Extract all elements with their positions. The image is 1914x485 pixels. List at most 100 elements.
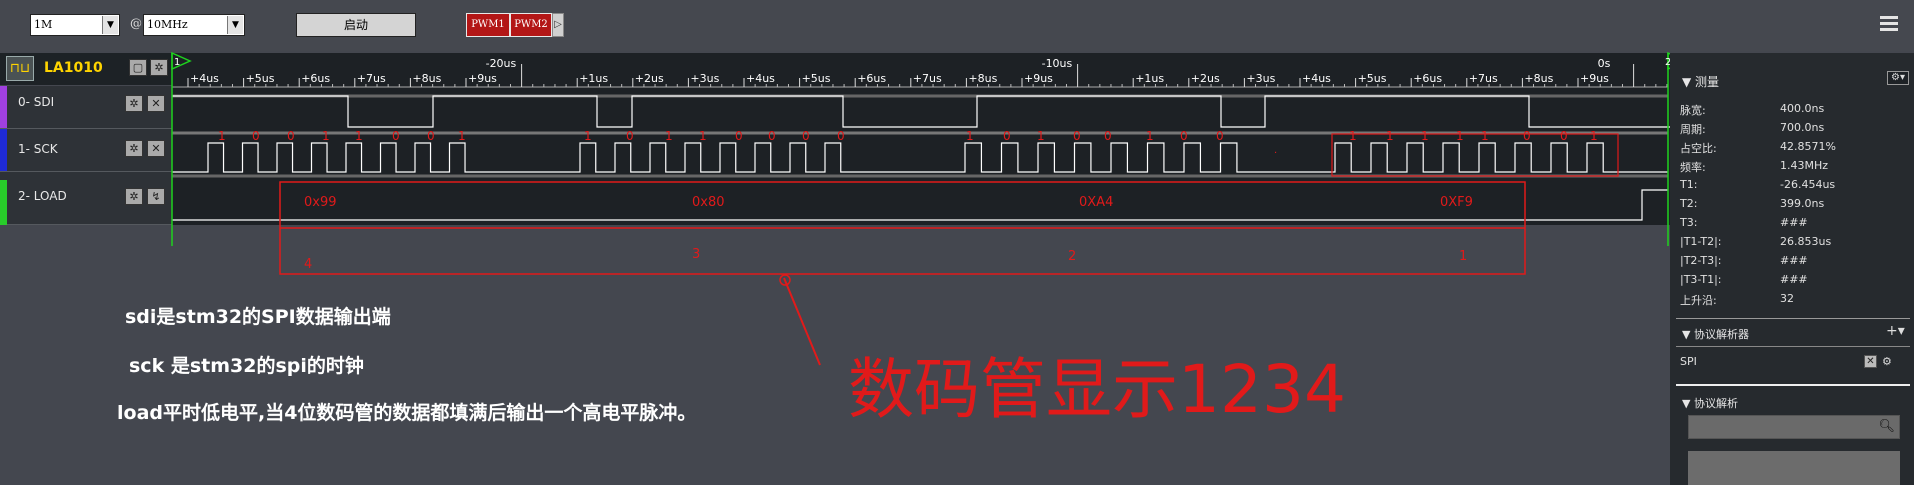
bit-label: 1 bbox=[1386, 129, 1394, 143]
tick-label: +1us bbox=[579, 72, 608, 85]
bit-label: 0 bbox=[735, 129, 743, 143]
tick-label: +5us bbox=[802, 72, 831, 85]
sck-trace bbox=[172, 142, 1668, 173]
tick-label: +3us bbox=[1246, 72, 1275, 85]
divider bbox=[1676, 318, 1910, 319]
bit-label: 0 bbox=[1216, 129, 1224, 143]
bit-label: 1 bbox=[1349, 129, 1357, 143]
signal-traces bbox=[172, 95, 1914, 221]
tick-label: +2us bbox=[635, 72, 664, 85]
bit-label: 0 bbox=[252, 129, 260, 143]
stray-dot: · bbox=[1274, 148, 1277, 159]
hex-label: 0x80 bbox=[692, 195, 725, 210]
protocol-header[interactable]: ▼ 协议解析 bbox=[1682, 395, 1738, 411]
search-icon: 🔍︎ bbox=[1878, 419, 1895, 434]
bit-label: 0 bbox=[837, 129, 845, 143]
add-decoder-icon[interactable]: +▾ bbox=[1886, 324, 1908, 339]
measure-label: |T2-T3|: bbox=[1680, 254, 1722, 267]
tick-label: +3us bbox=[690, 72, 719, 85]
measure-label: T2: bbox=[1680, 197, 1698, 210]
protocol-results-list[interactable] bbox=[1688, 451, 1900, 485]
tick-label: +2us bbox=[1191, 72, 1220, 85]
tick-label: +8us bbox=[412, 72, 441, 85]
decoder-settings-icon[interactable]: ⚙ bbox=[1882, 355, 1898, 368]
digit-label: 4 bbox=[304, 257, 312, 272]
bit-label: 1 bbox=[1590, 129, 1598, 143]
divider bbox=[1676, 384, 1910, 386]
measure-value: 399.0ns bbox=[1780, 197, 1825, 210]
bit-label: 0 bbox=[1073, 129, 1081, 143]
tick-label: -10us bbox=[1042, 57, 1073, 70]
measure-title: 测量 bbox=[1695, 75, 1720, 89]
decoder-close-icon[interactable]: ✕ bbox=[1864, 355, 1877, 368]
measure-label: 脉宽: bbox=[1680, 104, 1706, 117]
arrow-line bbox=[783, 277, 821, 366]
tick-label: +9us bbox=[1024, 72, 1053, 85]
bit-label: 1 bbox=[322, 129, 330, 143]
measure-label: T3: bbox=[1680, 216, 1698, 229]
hex-label: 0XF9 bbox=[1440, 195, 1473, 210]
tick-label: +4us bbox=[190, 72, 219, 85]
note-sck: sck 是stm32的spi的时钟 bbox=[129, 355, 364, 377]
measure-value: 42.8571% bbox=[1780, 140, 1836, 153]
digit-label: 2 bbox=[1068, 249, 1076, 264]
bit-label: 1 bbox=[584, 129, 592, 143]
decoder-item-spi[interactable]: SPI bbox=[1680, 355, 1697, 368]
bit-label: 1 bbox=[699, 129, 707, 143]
measure-value: 32 bbox=[1780, 292, 1794, 305]
tick-label: +8us bbox=[968, 72, 997, 85]
bit-label: 0 bbox=[626, 129, 634, 143]
tick-label: -20us bbox=[486, 57, 517, 70]
measure-value: 400.0ns bbox=[1780, 102, 1825, 115]
bit-label: 0 bbox=[1523, 129, 1531, 143]
digit-label: 1 bbox=[1459, 249, 1467, 264]
tick-label: +8us bbox=[1524, 72, 1553, 85]
measure-label: 频率: bbox=[1680, 161, 1706, 174]
measure-value: 700.0ns bbox=[1780, 121, 1825, 134]
divider bbox=[1676, 346, 1910, 347]
measure-value: -26.454us bbox=[1780, 178, 1836, 191]
bit-label: 0 bbox=[768, 129, 776, 143]
bit-label: 1 bbox=[966, 129, 974, 143]
bit-label: 0 bbox=[1180, 129, 1188, 143]
measure-value: 1.43MHz bbox=[1780, 159, 1829, 172]
decoder-title: 协议解析器 bbox=[1693, 328, 1749, 341]
bit-label: 1 bbox=[1037, 129, 1045, 143]
measure-settings-icon[interactable]: ⚙▾ bbox=[1887, 71, 1909, 85]
bit-label: 0 bbox=[802, 129, 810, 143]
bit-label: 1 bbox=[665, 129, 673, 143]
tick-label: +5us bbox=[246, 72, 275, 85]
sdi-trace bbox=[172, 95, 1914, 128]
bit-label: 0 bbox=[1560, 129, 1568, 143]
hex-label: 0XA4 bbox=[1079, 195, 1113, 210]
hex-label: 0x99 bbox=[304, 195, 337, 210]
bit-label: 0 bbox=[1003, 129, 1011, 143]
bit-label: 0 bbox=[392, 129, 400, 143]
tick-label: +1us bbox=[1135, 72, 1164, 85]
protocol-search-input[interactable]: 🔍︎ bbox=[1688, 415, 1900, 439]
tick-label: +6us bbox=[301, 72, 330, 85]
bit-label: 1 bbox=[1481, 129, 1489, 143]
protocol-title: 协议解析 bbox=[1693, 397, 1738, 410]
tick-label: +4us bbox=[746, 72, 775, 85]
bit-label: 0 bbox=[287, 129, 295, 143]
bit-label: 1 bbox=[1421, 129, 1429, 143]
decoder-header[interactable]: ▼ 协议解析器 bbox=[1682, 326, 1749, 342]
tick-label: 0s bbox=[1598, 57, 1611, 70]
tick-label: +4us bbox=[1302, 72, 1331, 85]
note-sdi: sdi是stm32的SPI数据输出端 bbox=[125, 306, 391, 328]
tick-label: +6us bbox=[1413, 72, 1442, 85]
bit-label: 0 bbox=[1104, 129, 1112, 143]
measure-value: ### bbox=[1780, 216, 1808, 229]
tick-label: +7us bbox=[357, 72, 386, 85]
measure-label: |T1-T2|: bbox=[1680, 235, 1722, 248]
note-load: load平时低电平,当4位数码管的数据都填满后输出一个高电平脉冲。 bbox=[117, 402, 697, 424]
tick-label: +5us bbox=[1358, 72, 1387, 85]
cursor-1-label: 1 bbox=[174, 57, 180, 68]
tick-label: +9us bbox=[1580, 72, 1609, 85]
measure-header[interactable]: ▼ 测量 bbox=[1682, 73, 1719, 90]
bit-label: 1 bbox=[355, 129, 363, 143]
tick-label: +7us bbox=[1469, 72, 1498, 85]
bit-label: 1 bbox=[1146, 129, 1154, 143]
measure-value: 26.853us bbox=[1780, 235, 1832, 248]
